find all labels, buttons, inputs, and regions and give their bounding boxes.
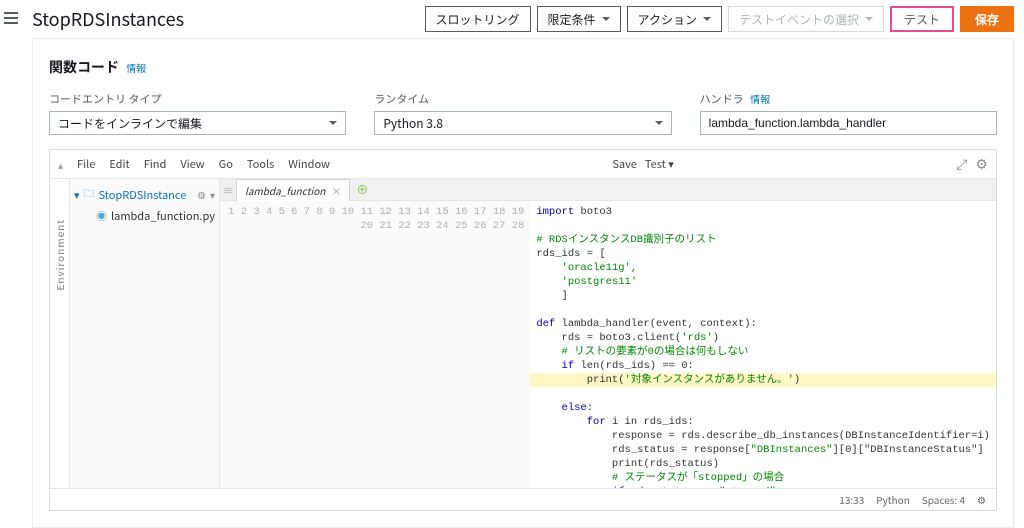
actions-dropdown[interactable]: アクション [627,6,722,32]
cursor-position: 13:33 [839,492,864,507]
main-content: StopRDSInstances スロットリング 限定条件 アクション テストイ… [22,0,1024,528]
section-title: 関数コード 情報 [49,49,997,91]
menu-file[interactable]: File [77,156,95,172]
handler-label-text: ハンドラ [700,91,744,107]
chevron-down-icon: ▾ [74,187,80,203]
function-code-panel: 関数コード 情報 コードエントリ タイプ コードをインラインで編集 ランタイム … [32,38,1014,528]
line-gutter: 1 2 3 4 5 6 7 8 9 10 11 12 13 14 15 16 1… [220,201,530,488]
file-tree: ▾ 🗀 StopRDSInstance ⚙ ▾ ◉ lambda_functio… [70,179,220,488]
handler-col: ハンドラ 情報 [700,91,997,135]
page-title: StopRDSInstances [32,6,184,32]
tab-bar: ≡ lambda_function × ⊕ [220,179,996,201]
code-entry-value: コードをインラインで編集 [58,115,202,132]
ide-menubar: ▴ File Edit Find View Go Tools Window Sa… [50,150,996,179]
tab-handle-icon[interactable]: ≡ [220,182,236,197]
handler-info-link[interactable]: 情報 [750,91,770,106]
tree-file-item[interactable]: ◉ lambda_function.py [74,208,215,224]
menu-view[interactable]: View [180,156,204,172]
tree-root-name: StopRDSInstance [99,187,187,203]
code-entry-select[interactable]: コードをインラインで編集 [49,111,346,135]
code-area[interactable]: 1 2 3 4 5 6 7 8 9 10 11 12 13 14 15 16 1… [220,201,996,488]
fullscreen-icon[interactable]: ⤢ [956,154,967,174]
language-mode[interactable]: Python [876,492,910,507]
editor-tab-label: lambda_function [245,183,325,198]
new-tab-icon[interactable]: ⊕ [356,181,368,198]
config-row: コードエントリ タイプ コードをインラインで編集 ランタイム Python 3.… [49,91,997,135]
handler-label: ハンドラ 情報 [700,91,997,107]
editor-pane: ≡ lambda_function × ⊕ 1 2 3 4 5 6 7 8 9 … [220,179,996,488]
tree-menu-icon[interactable]: ▾ [210,187,215,202]
qualifiers-dropdown[interactable]: 限定条件 [537,6,621,32]
test-events-dropdown[interactable]: テストイベントの選択 [728,6,884,32]
code-content[interactable]: import boto3 # RDSインスタンスDB識別子のリスト rds_id… [530,201,996,488]
ide-test-button[interactable]: Test ▾ [645,156,674,172]
editor-tab[interactable]: lambda_function × [236,179,350,201]
menu-find[interactable]: Find [144,156,167,172]
menu-tools[interactable]: Tools [247,156,274,172]
save-button[interactable]: 保存 [960,6,1014,32]
section-title-text: 関数コード [49,57,119,77]
environment-tab-label: Environment [52,219,67,291]
section-info-link[interactable]: 情報 [126,60,146,75]
environment-tab[interactable]: Environment [50,179,70,488]
close-icon[interactable]: × [331,183,341,198]
menu-window[interactable]: Window [288,156,330,172]
tree-gear-icon[interactable]: ⚙ [197,187,206,202]
throttling-button[interactable]: スロットリング [425,6,531,32]
ide-body: Environment ▾ 🗀 StopRDSInstance ⚙ ▾ ◉ [50,179,996,488]
hamburger-menu-icon[interactable] [2,10,20,26]
page-header: StopRDSInstances スロットリング 限定条件 アクション テストイ… [32,6,1014,32]
code-editor: ▴ File Edit Find View Go Tools Window Sa… [49,149,997,511]
runtime-col: ランタイム Python 3.8 [374,91,671,135]
menu-edit[interactable]: Edit [109,156,129,172]
status-gear-icon[interactable]: ⚙ [977,492,986,507]
tree-file-name: lambda_function.py [111,208,215,224]
collapse-icon[interactable]: ▴ [58,157,63,172]
runtime-value: Python 3.8 [383,115,443,132]
runtime-label: ランタイム [374,91,671,107]
runtime-select[interactable]: Python 3.8 [374,111,671,135]
handler-input[interactable] [700,111,997,135]
file-icon: ◉ [96,208,107,224]
ide-save-button[interactable]: Save [612,156,637,172]
tree-root[interactable]: ▾ 🗀 StopRDSInstance ⚙ ▾ [74,185,215,204]
gear-icon[interactable]: ⚙ [975,154,988,174]
ide-test-label: Test [645,156,666,172]
folder-icon: 🗀 [84,185,95,204]
menu-go[interactable]: Go [219,156,233,172]
test-button[interactable]: テスト [890,6,954,32]
header-actions: スロットリング 限定条件 アクション テストイベントの選択 テスト 保存 [425,6,1014,32]
code-entry-col: コードエントリ タイプ コードをインラインで編集 [49,91,346,135]
indent-mode[interactable]: Spaces: 4 [922,492,965,507]
code-entry-label: コードエントリ タイプ [49,91,346,107]
